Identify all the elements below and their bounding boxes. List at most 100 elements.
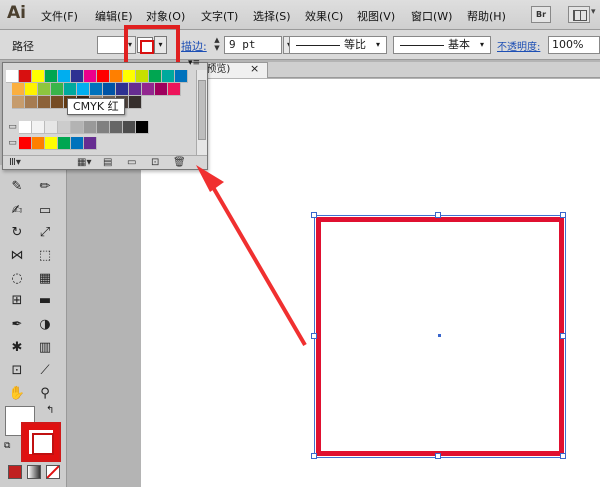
swatch-options-icon[interactable]: ▤ bbox=[103, 157, 112, 168]
stroke-weight-field[interactable]: 9 pt bbox=[224, 36, 282, 54]
color-swatch[interactable] bbox=[77, 83, 90, 96]
eyedropper-tool-icon[interactable]: ✒ bbox=[8, 315, 26, 333]
resize-handle-l[interactable] bbox=[311, 333, 317, 339]
color-swatch[interactable] bbox=[136, 121, 149, 134]
scale-tool-icon[interactable]: ⤢ bbox=[36, 223, 54, 241]
color-swatch[interactable] bbox=[19, 70, 32, 83]
color-swatch[interactable] bbox=[51, 96, 64, 109]
blend-tool-icon[interactable]: ◑ bbox=[36, 315, 54, 333]
arrange-documents-button[interactable] bbox=[568, 6, 596, 23]
paintbrush-tool-icon[interactable]: ✎ bbox=[8, 177, 26, 195]
color-swatch[interactable] bbox=[84, 70, 97, 83]
color-mode-icon[interactable] bbox=[8, 465, 22, 479]
color-swatch[interactable] bbox=[175, 70, 188, 83]
gradient-mode-icon[interactable] bbox=[27, 465, 41, 479]
panel-menu-icon[interactable]: ▾≡ bbox=[188, 58, 200, 68]
opacity-label-link[interactable]: 不透明度: bbox=[497, 38, 540, 53]
color-swatch[interactable] bbox=[38, 96, 51, 109]
menu-type[interactable]: 文字(T) bbox=[201, 8, 238, 24]
menu-select[interactable]: 选择(S) bbox=[253, 8, 291, 24]
gradient-tool-icon[interactable]: ▬ bbox=[36, 291, 54, 309]
color-swatch[interactable] bbox=[45, 137, 58, 150]
color-group-folder-icon[interactable]: ▭ bbox=[6, 137, 19, 150]
color-swatch[interactable] bbox=[123, 121, 136, 134]
hand-tool-icon[interactable]: ✋ bbox=[8, 384, 26, 402]
color-swatch[interactable] bbox=[12, 96, 25, 109]
slice-tool-icon[interactable]: ⟋ bbox=[36, 361, 54, 379]
none-mode-icon[interactable] bbox=[46, 465, 60, 479]
color-swatch[interactable] bbox=[58, 137, 71, 150]
swatches-scrollbar[interactable] bbox=[196, 70, 207, 156]
menu-window[interactable]: 窗口(W) bbox=[411, 8, 452, 24]
color-swatch[interactable] bbox=[58, 70, 71, 83]
swatch-libraries-icon[interactable]: Ⅲ▾ bbox=[9, 157, 21, 168]
menu-help[interactable]: 帮助(H) bbox=[467, 8, 506, 24]
color-swatch[interactable] bbox=[123, 70, 136, 83]
resize-handle-tr[interactable] bbox=[560, 212, 566, 218]
pencil-tool-icon[interactable]: ✏ bbox=[36, 177, 54, 195]
color-swatch[interactable] bbox=[19, 137, 32, 150]
zoom-tool-icon[interactable]: ⚲ bbox=[36, 384, 54, 402]
symbol-sprayer-tool-icon[interactable]: ✱ bbox=[8, 338, 26, 356]
color-swatch[interactable] bbox=[90, 83, 103, 96]
color-swatch[interactable] bbox=[64, 83, 77, 96]
color-swatch[interactable] bbox=[129, 83, 142, 96]
color-swatch[interactable] bbox=[168, 83, 181, 96]
resize-handle-b[interactable] bbox=[435, 453, 441, 459]
color-swatch[interactable] bbox=[84, 121, 97, 134]
menu-file[interactable]: 文件(F) bbox=[41, 8, 78, 24]
new-color-group-icon[interactable]: ▭ bbox=[127, 157, 136, 168]
color-swatch[interactable] bbox=[129, 96, 142, 109]
color-swatch[interactable] bbox=[162, 70, 175, 83]
color-swatch[interactable] bbox=[19, 121, 32, 134]
width-tool-icon[interactable]: ⋈ bbox=[8, 246, 26, 264]
color-swatch[interactable] bbox=[116, 83, 129, 96]
color-swatch[interactable] bbox=[38, 83, 51, 96]
stroke-label-link[interactable]: 描边: bbox=[181, 38, 207, 54]
color-swatch[interactable] bbox=[136, 70, 149, 83]
opacity-field[interactable]: 100% bbox=[548, 36, 600, 54]
rotate-tool-icon[interactable]: ↻ bbox=[8, 223, 26, 241]
blob-brush-tool-icon[interactable]: ✍ bbox=[8, 201, 26, 219]
free-transform-tool-icon[interactable]: ⬚ bbox=[36, 246, 54, 264]
color-swatch[interactable] bbox=[45, 121, 58, 134]
color-swatch[interactable] bbox=[32, 70, 45, 83]
variable-width-profile[interactable]: 等比 ▾ bbox=[289, 36, 387, 54]
color-swatch[interactable] bbox=[97, 121, 110, 134]
brush-definition[interactable]: 基本 ▾ bbox=[393, 36, 491, 54]
color-swatch[interactable] bbox=[32, 121, 45, 134]
menu-edit[interactable]: 编辑(E) bbox=[95, 8, 133, 24]
color-swatch[interactable] bbox=[51, 83, 64, 96]
color-swatch[interactable] bbox=[97, 70, 110, 83]
color-swatch[interactable] bbox=[84, 137, 97, 150]
color-swatch[interactable] bbox=[71, 137, 84, 150]
show-swatch-kinds-icon[interactable]: ▦▾ bbox=[77, 157, 91, 168]
color-swatch[interactable] bbox=[71, 121, 84, 134]
color-swatch[interactable] bbox=[110, 121, 123, 134]
perspective-grid-tool-icon[interactable]: ▦ bbox=[36, 269, 54, 287]
color-swatch[interactable] bbox=[25, 96, 38, 109]
resize-handle-bl[interactable] bbox=[311, 453, 317, 459]
fill-color-swatch[interactable] bbox=[97, 36, 125, 54]
color-swatch[interactable] bbox=[142, 83, 155, 96]
color-group-folder-icon[interactable]: ▭ bbox=[6, 121, 19, 134]
shape-builder-tool-icon[interactable]: ◌ bbox=[8, 269, 26, 287]
tab-close-icon[interactable]: × bbox=[250, 62, 259, 75]
scrollbar-thumb[interactable] bbox=[198, 80, 206, 140]
color-swatch[interactable] bbox=[71, 70, 84, 83]
color-swatch[interactable] bbox=[149, 70, 162, 83]
resize-handle-r[interactable] bbox=[560, 333, 566, 339]
color-swatch[interactable] bbox=[110, 70, 123, 83]
stroke-weight-stepper[interactable]: ▲ ▼ bbox=[212, 36, 222, 54]
menu-effect[interactable]: 效果(C) bbox=[305, 8, 343, 24]
resize-handle-br[interactable] bbox=[560, 453, 566, 459]
color-swatch[interactable] bbox=[45, 70, 58, 83]
artboard-tool-icon[interactable]: ⊡ bbox=[8, 361, 26, 379]
new-swatch-icon[interactable]: ⊡ bbox=[151, 157, 159, 168]
color-swatch[interactable] bbox=[6, 70, 19, 83]
resize-handle-tl[interactable] bbox=[311, 212, 317, 218]
color-swatch[interactable] bbox=[58, 121, 71, 134]
resize-handle-t[interactable] bbox=[435, 212, 441, 218]
stroke-box[interactable] bbox=[21, 422, 61, 462]
eraser-tool-icon[interactable]: ▭ bbox=[36, 201, 54, 219]
